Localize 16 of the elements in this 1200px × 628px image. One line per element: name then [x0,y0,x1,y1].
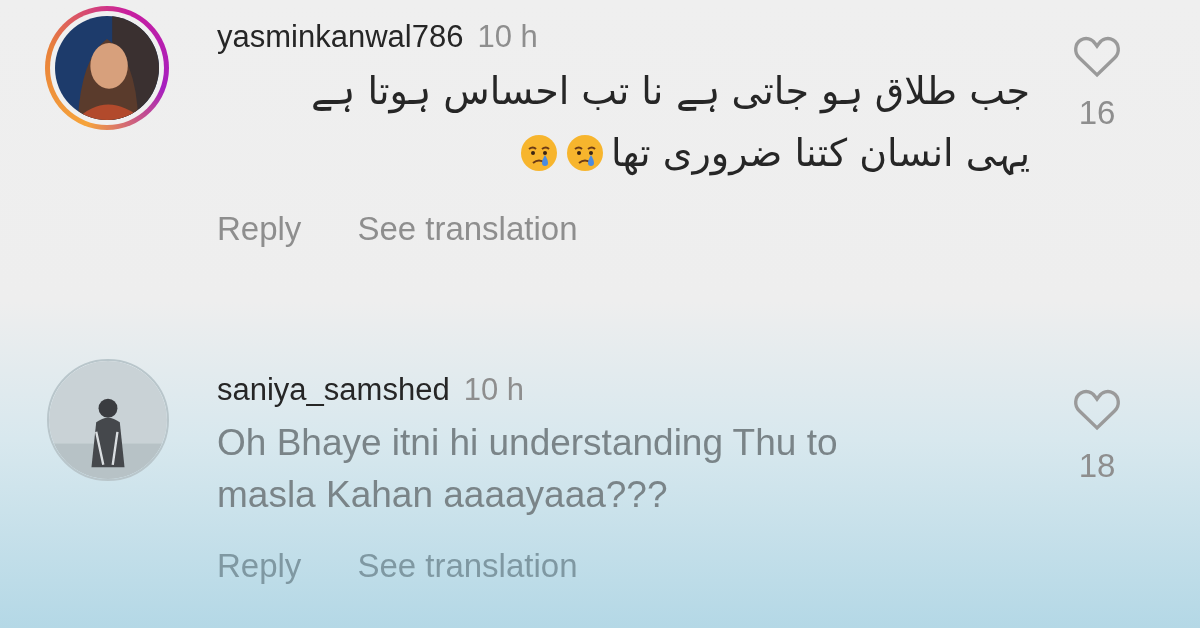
reply-link[interactable]: Reply [217,204,302,254]
comment-text: Oh Bhaye itni hi understanding Thu to [217,421,838,465]
comment-text: یہی انسان کتنا ضروری تھا [610,130,1030,178]
comment-text: masla Kahan aaaayaaa??? [217,473,668,517]
username[interactable]: yasminkanwal786 [217,14,464,60]
crying-emoji-icon [518,133,559,173]
comment-text: جب طلاق ہو جاتی ہے نا تب احساس ہوتا ہے [311,68,1030,116]
see-translation-link[interactable]: See translation [357,204,578,254]
crying-emoji-icon [564,133,605,173]
timestamp: 10 h [463,371,524,409]
like-count: 16 [1078,93,1116,133]
timestamp: 10 h [477,18,538,56]
username[interactable]: saniya_samshed [217,367,450,413]
like-count: 18 [1078,446,1116,486]
see-translation-link[interactable]: See translation [357,541,578,591]
reply-link[interactable]: Reply [217,541,302,591]
